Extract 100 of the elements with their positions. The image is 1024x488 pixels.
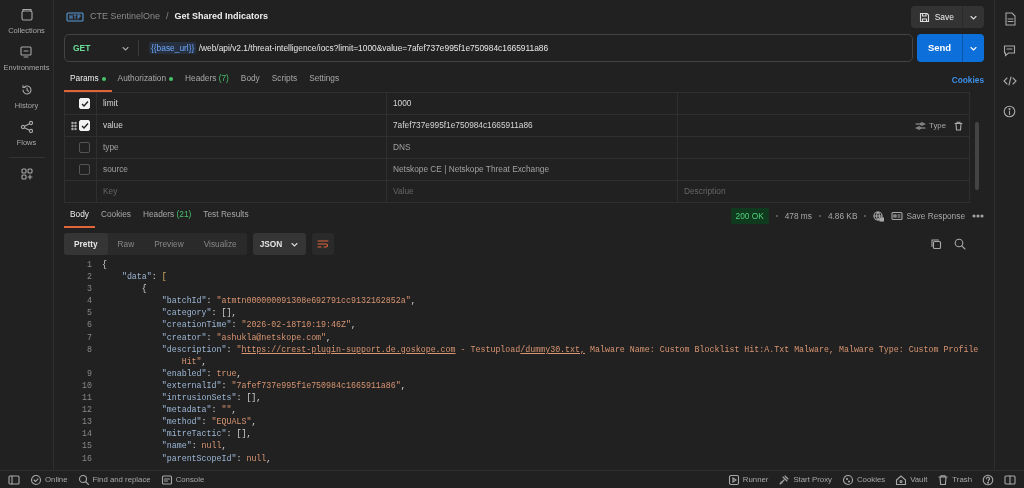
url-field[interactable]: {{base_url}} /web/api/v2.1/threat-intelligence/iocs?limit=1000&value=7afef737e995f1e750984c1665911a86 [139,41,549,55]
history-icon [19,82,34,97]
code-line: "description": "https://crest-plugin-support.de.goskope.com - Testupload/dummy30.txt, Malware Name: Custom Blocklist Hit:A.Txt Malware, Malware Type: Custom Profile [160,343,979,356]
request-tab[interactable]: Body [234,68,266,92]
scrollbar-thumb[interactable] [975,122,979,190]
help-icon[interactable] [982,473,994,486]
check-circle-icon [30,473,42,486]
line-number: 14 [81,428,92,441]
breadcrumb-separator: / [166,10,169,24]
param-value[interactable]: 7afef737e995f1e750984c1665911a86 [386,114,678,137]
line-number: 6 [86,319,92,332]
param-value[interactable]: Netskope CE | Netskope Threat Exchange [386,158,678,181]
code-line: "creationTime": "2026-02-18T10:19:46Z", [160,319,356,332]
line-number: 3 [86,283,92,296]
home-icon [895,473,908,486]
collection-name[interactable]: CTE SentinelOne [90,10,161,24]
request-tab[interactable]: Authorization [111,68,180,92]
view-mode-tab[interactable]: Raw [107,233,145,255]
param-key[interactable]: value [96,114,387,137]
format-dropdown[interactable]: JSON [252,233,307,255]
request-tab[interactable]: Headers (7) [179,68,235,92]
line-number: 9 [86,367,92,380]
code-line: "batchId": "atmtn000000091308e692791cc9132162852a", [160,295,416,308]
param-key[interactable]: type [96,136,387,159]
comment-icon[interactable] [1003,44,1016,57]
code-line: "mitreTactic": [], [160,428,252,441]
code-line: "method": "EQUALS", [160,416,257,429]
split-view-icon[interactable] [1004,474,1016,485]
code-line: "name": null, [160,440,227,453]
response-tab[interactable]: Cookies [94,204,137,228]
wrap-icon [317,239,330,249]
request-tab[interactable]: Settings [303,68,346,92]
document-icon[interactable] [1003,12,1016,26]
code-line: "metadata": "", [160,404,237,417]
line-number: 12 [81,404,92,417]
play-box-icon [727,473,740,486]
http-icon [66,11,84,23]
info-icon[interactable] [1003,105,1016,118]
param-value[interactable]: DNS [386,136,678,159]
param-key[interactable]: limit [96,92,387,115]
status-badge: 200 OK [730,207,769,225]
line-number: 5 [86,307,92,320]
more-icon[interactable] [972,214,984,218]
search-icon[interactable] [954,238,966,250]
line-number: 15 [81,440,92,453]
param-key[interactable]: source [96,158,387,181]
search-icon [77,473,90,486]
view-mode-tab[interactable]: Visualize [193,233,247,255]
response-tab[interactable]: Headers (21) [136,204,198,228]
line-number: 13 [81,416,92,429]
code-line: { [101,259,107,271]
param-value[interactable]: 1000 [386,92,678,115]
line-number: 7 [86,331,92,344]
globe-lock-icon[interactable] [873,210,885,222]
response-time: 478 ms [784,209,812,223]
code-line: "externalId": "7afef737e995f1e750984c1665911a86", [160,379,406,392]
cookie-icon [842,473,854,486]
save-response-button[interactable]: Save Response [891,209,965,223]
line-number: 10 [81,379,92,392]
view-mode-tab[interactable]: Preview [144,233,194,255]
request-title: Get Shared Indicators [174,10,269,24]
line-number: 2 [86,271,92,284]
add-apps-icon[interactable] [19,167,34,181]
sliders-icon [915,120,927,131]
copy-icon[interactable] [930,238,942,250]
card-icon [891,211,904,221]
view-mode-tab[interactable]: Pretty [64,233,108,255]
cookies-link[interactable]: Cookies [951,73,984,87]
code-line: Hit", [180,355,207,368]
code-icon[interactable] [1002,75,1017,87]
console-icon [160,473,173,486]
code-line: "category": [], [160,307,237,320]
request-tab[interactable]: Params [64,68,112,92]
response-tab[interactable]: Test Results [197,204,255,228]
code-line: "creator": "ashukla@netskope.com", [160,331,332,344]
link[interactable]: /dummy30.txt, [520,344,585,354]
sidebar-toggle-icon[interactable] [8,474,20,485]
line-number: 4 [86,295,92,308]
checkbox[interactable] [79,142,90,153]
code-line: "enabled": true, [160,367,242,380]
code-line: { [140,283,147,296]
link[interactable]: https://crest-plugin-support.de.goskope.com [241,344,456,354]
nodes-icon [19,119,34,134]
trash-icon[interactable] [954,120,963,131]
trash-icon [937,473,950,486]
checkbox[interactable] [79,164,90,175]
monitor-icon [19,45,34,60]
floppy-disk-icon [918,11,930,23]
code-line: "data": [ [120,271,167,284]
line-number: 11 [81,392,92,405]
code-line: "parentScopeId": null, [160,452,272,465]
line-number: 1 [86,259,92,271]
request-tab[interactable]: Scripts [265,68,304,92]
code-line: "intrusionSets": [], [160,392,262,405]
response-size: 4.86 KB [827,209,858,223]
method-dropdown[interactable]: GET [65,40,139,56]
folder-icon [19,8,34,22]
line-number: 8 [86,343,92,356]
response-tab[interactable]: Body [64,204,95,228]
drag-handle-icon[interactable] [71,120,77,131]
